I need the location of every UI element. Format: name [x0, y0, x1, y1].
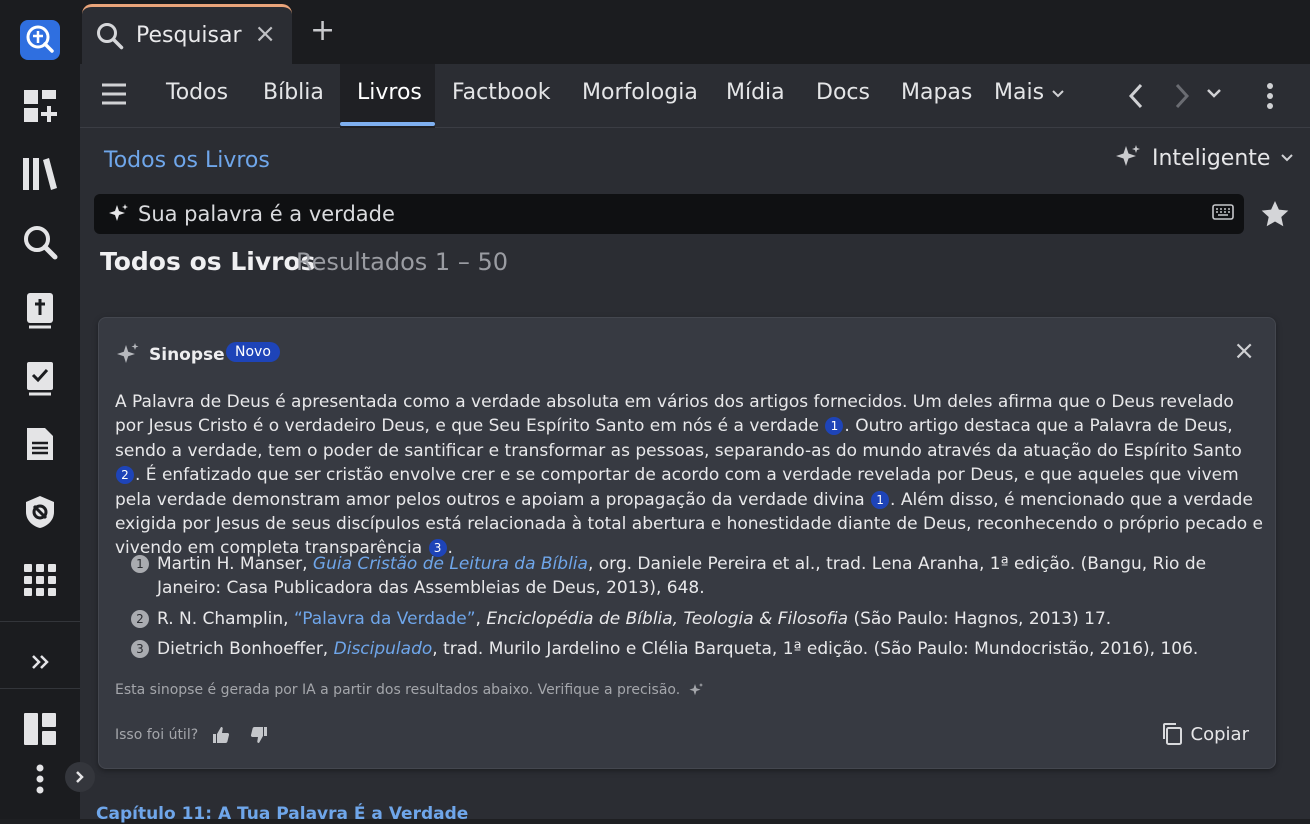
tab-search[interactable]: Pesquisar ×	[82, 4, 292, 64]
reference-list: 1 Martin H. Manser, Guia Cristão de Leitu…	[131, 552, 1251, 668]
reference-work: Enciclopédia de Bíblia, Teologia & Filos…	[486, 608, 849, 629]
reference-item: 2 R. N. Champlin, “Palavra da Verdade”, E…	[131, 607, 1251, 631]
rail-divider	[0, 621, 80, 622]
result-item-title[interactable]: Capítulo 11: A Tua Palavra É a Verdade	[96, 804, 468, 824]
feedback-row: Isso foi útil?	[115, 726, 268, 744]
reference-title-link[interactable]: Discipulado	[334, 639, 433, 659]
close-synopsis-icon[interactable]: ×	[1233, 338, 1255, 364]
reference-title-link[interactable]: “Palavra da Verdade”	[294, 609, 476, 629]
reference-details: (São Paulo: Hagnos, 2013) 17.	[848, 608, 1112, 629]
forward-arrow-icon[interactable]	[1172, 82, 1192, 110]
more-options-icon[interactable]	[1266, 82, 1274, 110]
history-dropdown-icon[interactable]	[1206, 88, 1222, 100]
tab-mapas[interactable]: Mapas	[901, 80, 972, 105]
search-type-tabs: Todos Bíblia Livros Factbook Morfologia …	[80, 64, 1310, 128]
search-input-value: Sua palavra é a verdade	[138, 202, 395, 226]
dashboard-add-icon[interactable]	[16, 82, 64, 130]
apps-grid-icon[interactable]	[16, 556, 64, 604]
search-input[interactable]: Sua palavra é a verdade	[94, 194, 1244, 234]
sparkle-icon	[109, 204, 128, 221]
thumbs-up-icon[interactable]	[212, 726, 230, 744]
breadcrumb[interactable]: Todos os Livros	[104, 148, 270, 173]
ai-disclaimer: Esta sinopse é gerada por IA a partir do…	[115, 682, 704, 698]
reading-plan-icon[interactable]	[16, 354, 64, 402]
copy-button[interactable]: Copiar	[1161, 722, 1249, 746]
star-icon[interactable]	[1260, 199, 1290, 229]
tab-docs[interactable]: Docs	[816, 80, 870, 105]
reference-item: 1 Martin H. Manser, Guia Cristão de Leitu…	[131, 552, 1251, 601]
logos-app-icon[interactable]	[16, 16, 64, 64]
sparkle-icon	[689, 683, 704, 696]
search-icon	[97, 22, 124, 49]
tab-midia[interactable]: Mídia	[726, 80, 785, 105]
results-range: Resultados 1 – 50	[296, 248, 508, 276]
citation-marker[interactable]: 2	[116, 466, 134, 485]
synopsis-title: Sinopse	[149, 345, 225, 365]
search-icon[interactable]	[16, 218, 64, 266]
new-badge: Novo	[226, 342, 280, 362]
active-tab-indicator	[340, 122, 435, 126]
reference-item: 3 Dietrich Bonhoeffer, Discipulado, trad.…	[131, 637, 1251, 661]
expand-rail-icon[interactable]	[16, 638, 64, 686]
more-vertical-icon[interactable]	[16, 755, 64, 803]
feedback-label: Isso foi útil?	[115, 727, 199, 743]
tab-todos[interactable]: Todos	[166, 80, 228, 105]
back-arrow-icon[interactable]	[1126, 82, 1146, 110]
menu-icon[interactable]	[100, 82, 128, 106]
tab-livros[interactable]: Livros	[357, 80, 422, 105]
tab-mais[interactable]: Mais	[994, 80, 1065, 105]
reference-details: , trad. Murilo Jardelino e Clélia Barque…	[432, 639, 1199, 660]
reference-number: 2	[131, 609, 149, 628]
copy-icon	[1162, 723, 1182, 745]
copy-label: Copiar	[1190, 723, 1249, 745]
tab-biblia[interactable]: Bíblia	[263, 80, 324, 105]
collapse-toggle[interactable]	[65, 762, 95, 792]
citation-marker[interactable]: 1	[871, 490, 890, 509]
chevron-right-icon	[76, 771, 84, 783]
bible-icon[interactable]	[16, 286, 64, 334]
shield-icon[interactable]	[16, 488, 64, 536]
add-tab-icon[interactable]: +	[310, 16, 335, 46]
tab-factbook[interactable]: Factbook	[452, 80, 550, 105]
sparkle-icon	[1116, 145, 1140, 166]
library-icon[interactable]	[16, 150, 64, 198]
synopsis-card: Sinopse Novo × A Palavra de Deus é apres…	[98, 317, 1276, 769]
synopsis-text: A Palavra de Deus é apresentada como a v…	[115, 390, 1265, 561]
close-tab-icon[interactable]: ×	[254, 21, 276, 47]
tab-morfologia[interactable]: Morfologia	[582, 80, 698, 105]
rail-divider	[0, 688, 80, 689]
disclaimer-text: Esta sinopse é gerada por IA a partir do…	[115, 682, 681, 698]
tab-label: Pesquisar	[136, 23, 242, 48]
search-mode-label: Inteligente	[1152, 145, 1271, 171]
reference-separator: ,	[475, 608, 487, 629]
reference-author: Martin H. Manser,	[157, 554, 313, 574]
keyboard-icon[interactable]	[1212, 204, 1234, 220]
reference-number: 3	[131, 640, 149, 659]
reference-number: 1	[131, 555, 149, 573]
sparkle-icon	[117, 343, 139, 363]
citation-marker[interactable]: 1	[825, 417, 844, 436]
document-icon[interactable]	[16, 420, 64, 468]
chevron-down-icon	[1052, 90, 1064, 98]
thumbs-down-icon[interactable]	[250, 726, 268, 744]
tab-strip: Pesquisar × +	[80, 0, 1310, 64]
app-rail	[0, 0, 80, 819]
search-panel: Todos Bíblia Livros Factbook Morfologia …	[80, 64, 1310, 824]
reference-author: R. N. Champlin,	[157, 608, 294, 629]
reference-author: Dietrich Bonhoeffer,	[157, 639, 334, 660]
layout-icon[interactable]	[16, 705, 64, 753]
tab-mais-label: Mais	[994, 80, 1045, 105]
results-title: Todos os Livros	[100, 247, 316, 276]
chevron-down-icon	[1281, 154, 1294, 162]
search-mode-selector[interactable]: Inteligente	[1114, 144, 1294, 172]
reference-title-link[interactable]: Guia Cristão de Leitura da Bíblia	[313, 554, 588, 574]
